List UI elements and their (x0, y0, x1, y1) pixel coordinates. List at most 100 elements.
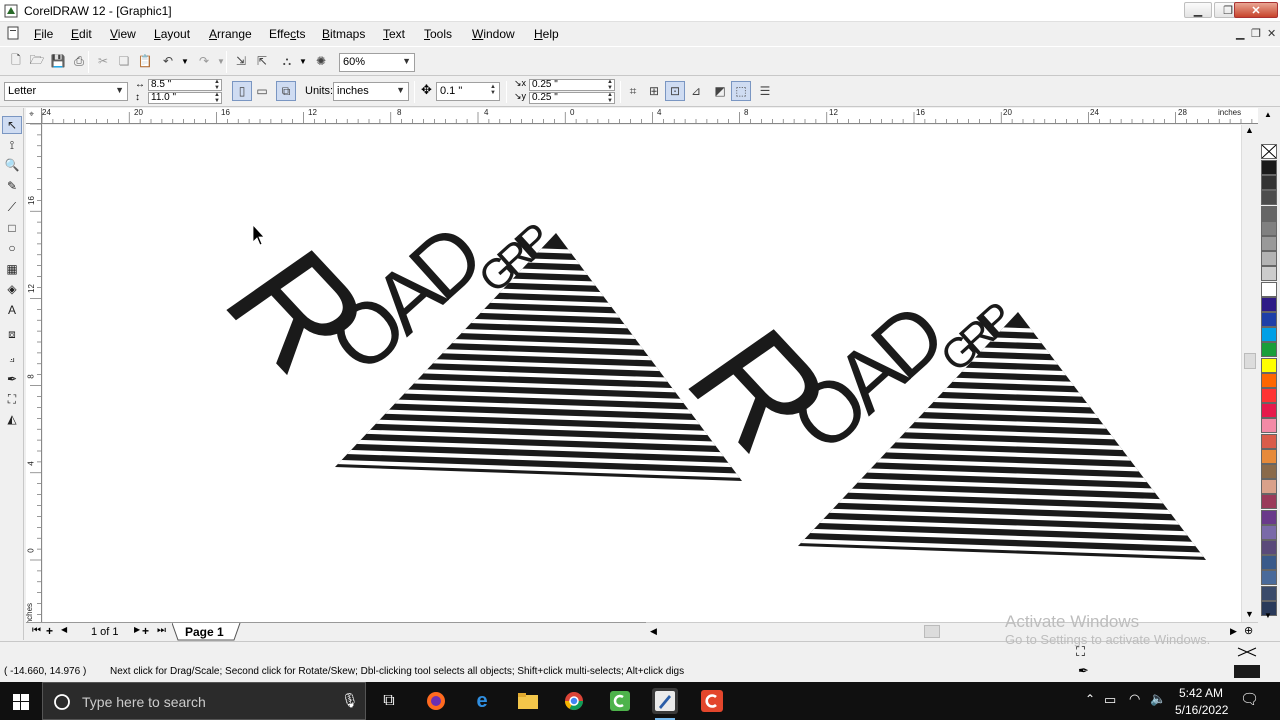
color-swatch[interactable] (1261, 570, 1277, 586)
previous-page-icon[interactable]: ◀ (61, 625, 67, 634)
scroll-left-icon[interactable]: ◀ (650, 626, 657, 637)
cut-button[interactable]: ✂ (93, 51, 113, 71)
color-swatch[interactable] (1261, 585, 1277, 601)
color-swatch[interactable] (1261, 479, 1277, 495)
task-view-button[interactable]: ⧉ (376, 688, 402, 714)
undo-dropdown-icon[interactable]: ▼ (181, 57, 189, 66)
color-swatch[interactable] (1261, 266, 1277, 282)
road-grip-logo-left[interactable]: R OAD GRIP (192, 206, 753, 499)
zoom-tool[interactable]: 🔍 (2, 156, 22, 174)
vertical-scroll-thumb[interactable] (1244, 353, 1256, 369)
add-page-before-icon[interactable]: + (46, 624, 53, 638)
color-swatch[interactable] (1261, 220, 1277, 236)
clock-date[interactable]: 5/16/2022 (1175, 703, 1228, 717)
pick-tool[interactable]: ↖ (2, 116, 22, 134)
snap-to-grid-button[interactable]: ⌗ (623, 81, 643, 101)
redo-dropdown-icon[interactable]: ▼ (217, 57, 225, 66)
edge-button[interactable]: e (469, 688, 495, 714)
horizontal-scroll-thumb[interactable] (924, 625, 940, 638)
paper-type-combo[interactable]: Letter ▼ (4, 82, 128, 101)
color-swatch[interactable] (1261, 448, 1277, 464)
color-swatch[interactable] (1261, 190, 1277, 206)
graph-paper-tool[interactable]: ▦ (2, 260, 22, 278)
open-button[interactable]: 🗁 (27, 51, 47, 71)
duplicate-distance-x-field[interactable]: 0.25 " ▲ ▼ (529, 79, 615, 91)
microphone-icon[interactable]: 🎙 (341, 692, 359, 709)
color-swatch[interactable] (1261, 433, 1277, 449)
eyedropper-tool[interactable]: ⟓ (2, 349, 22, 367)
units-combo[interactable]: inches ▼ (333, 82, 409, 101)
text-tool[interactable]: A (2, 301, 22, 319)
basic-shapes-tool[interactable]: ◈ (2, 280, 22, 298)
first-page-icon[interactable]: ⏮ (32, 625, 41, 636)
fill-tool[interactable]: ⛶ (2, 390, 22, 408)
ruler-origin[interactable]: ⌖ (26, 108, 42, 124)
coreldraw-taskbar-button[interactable] (652, 688, 678, 720)
color-swatch[interactable] (1261, 509, 1277, 525)
color-swatch[interactable] (1261, 388, 1277, 403)
copy-button[interactable]: ❏ (114, 51, 134, 71)
camtasia-studio-button[interactable] (699, 688, 725, 714)
document-icon[interactable] (6, 26, 20, 40)
color-swatch[interactable] (1261, 464, 1277, 479)
menu-bitmaps[interactable]: Bitmaps (322, 27, 365, 41)
menu-tools[interactable]: Tools (424, 27, 452, 41)
import-button[interactable]: ⇲ (231, 51, 251, 71)
options-button[interactable]: ☰ (755, 81, 775, 101)
clock-time[interactable]: 5:42 AM (1179, 686, 1223, 700)
chrome-button[interactable] (561, 688, 587, 714)
scroll-up-icon[interactable]: ▲ (1245, 125, 1254, 135)
duplicate-distance-y-field[interactable]: 0.25 " ▲ ▼ (529, 92, 615, 104)
scroll-right-icon[interactable]: ▶ (1230, 626, 1237, 637)
color-swatch[interactable] (1261, 312, 1277, 327)
wifi-icon[interactable]: ◠ (1129, 691, 1140, 707)
page-height-field[interactable]: 11.0 " ▲ ▼ (148, 92, 222, 104)
camtasia-recorder-button[interactable] (607, 688, 633, 714)
zoom-levels-combo[interactable]: 60% ▼ (339, 53, 415, 72)
vertical-scrollbar[interactable]: ▲ ▼ (1241, 125, 1257, 622)
battery-icon[interactable]: ▭ (1104, 692, 1116, 708)
undo-button[interactable]: ↶ (158, 51, 178, 71)
firefox-button[interactable] (423, 688, 449, 714)
dynamic-guides-button[interactable]: ⊿ (686, 81, 706, 101)
color-swatch[interactable] (1261, 342, 1277, 358)
interactive-blend-tool[interactable]: ⧈ (2, 325, 22, 343)
color-swatch[interactable] (1261, 205, 1277, 221)
new-button[interactable]: 🗋 (6, 51, 26, 71)
outline-tool[interactable]: ✒ (2, 370, 22, 388)
launcher-dropdown-icon[interactable]: ▼ (299, 57, 307, 66)
shape-tool[interactable]: ⟟ (2, 136, 22, 154)
rectangle-tool[interactable]: □ (2, 219, 22, 237)
palette-scroll-up-icon[interactable]: ▲ (1264, 110, 1272, 119)
palette-scroll-down-icon[interactable]: ▼ (1264, 611, 1272, 620)
horizontal-ruler[interactable]: 24 20 16 12 8 4 0 4 8 12 16 20 24 28 inc… (42, 108, 1258, 124)
menu-view[interactable]: View (110, 27, 136, 41)
color-swatch[interactable] (1261, 524, 1277, 540)
color-swatch[interactable] (1261, 540, 1277, 555)
show-hidden-icons-icon[interactable]: ⌃ (1085, 692, 1095, 706)
no-fill-swatch[interactable] (1261, 144, 1277, 159)
color-swatch[interactable] (1261, 327, 1277, 343)
nudge-offset-field[interactable]: 0.1 " ▲ ▼ (436, 82, 500, 101)
color-swatch[interactable] (1261, 357, 1277, 373)
smart-fill-tool[interactable]: ⟋ (2, 198, 22, 216)
color-swatch[interactable] (1261, 403, 1277, 419)
notifications-icon[interactable]: 🗨 (1240, 690, 1259, 708)
menu-layout[interactable]: Layout (154, 27, 190, 41)
ellipse-tool[interactable]: ○ (2, 239, 22, 257)
application-launcher-button[interactable]: ⛬ (277, 51, 297, 71)
snap-to-guidelines-button[interactable]: ⊞ (644, 81, 664, 101)
color-swatch[interactable] (1261, 555, 1277, 571)
minimize-button[interactable]: ▁ (1184, 2, 1212, 18)
menu-arrange[interactable]: Arrange (209, 27, 252, 41)
treat-as-filled-button[interactable]: ◩ (710, 81, 730, 101)
next-page-icon[interactable]: ▶ (134, 625, 140, 634)
page-tab[interactable]: Page 1 (185, 625, 224, 639)
interactive-fill-tool[interactable]: ◭ (2, 410, 22, 428)
color-swatch[interactable] (1261, 175, 1277, 191)
color-swatch[interactable] (1261, 372, 1277, 388)
close-button[interactable]: ✕ (1234, 2, 1278, 18)
redo-button[interactable]: ↷ (194, 51, 214, 71)
color-swatch[interactable] (1261, 236, 1277, 251)
snap-to-objects-button[interactable]: ⊡ (665, 81, 685, 101)
